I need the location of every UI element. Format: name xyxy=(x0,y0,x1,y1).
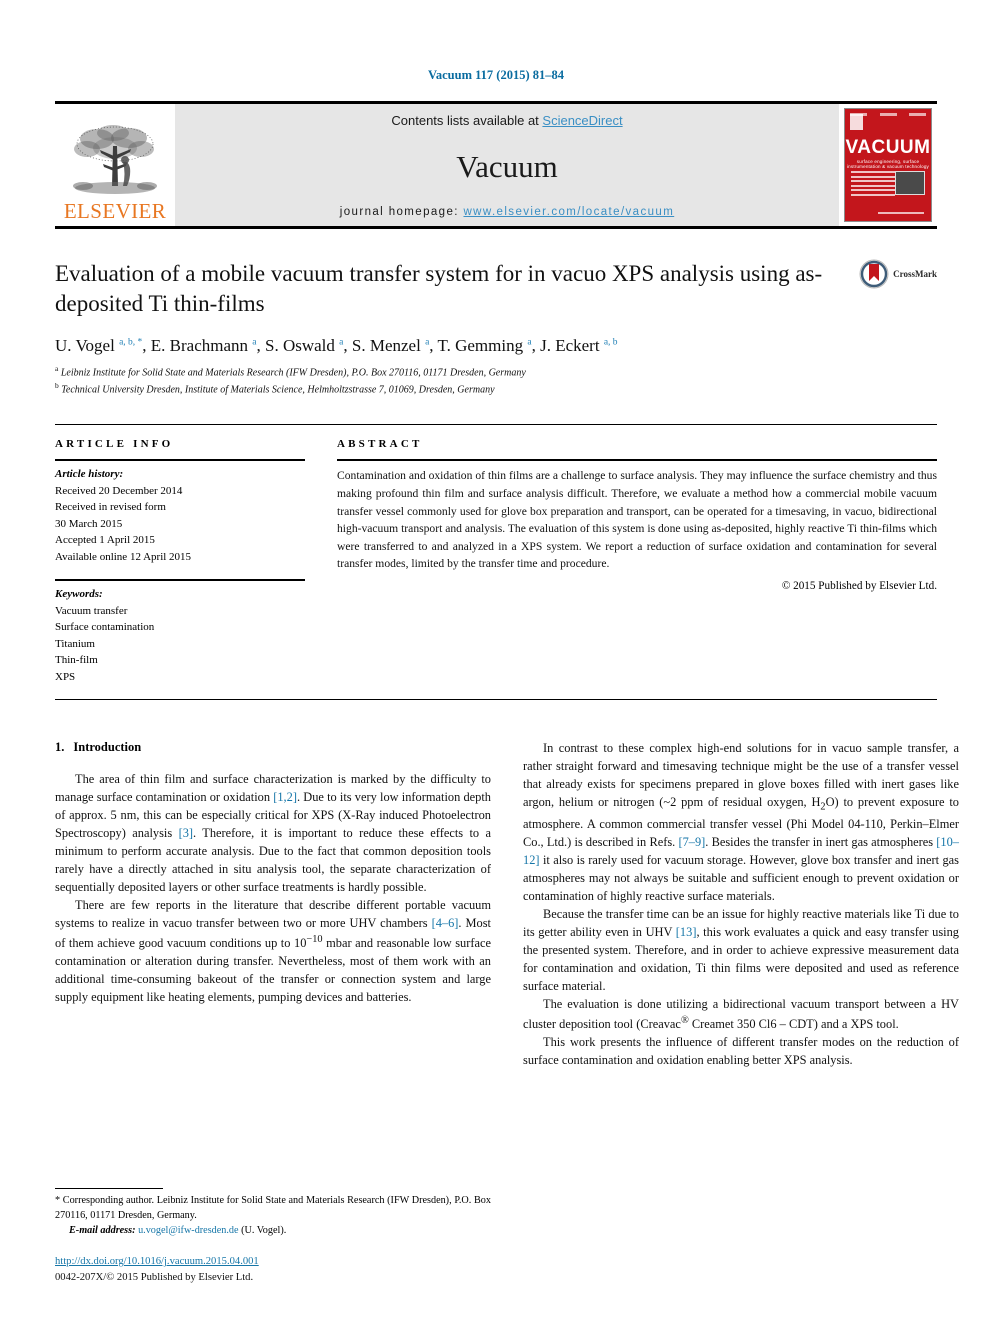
info-abstract-section: ARTICLE INFO Article history: Received 2… xyxy=(55,424,937,685)
journal-masthead: ELSEVIER Contents lists available at Sci… xyxy=(55,101,937,229)
history-item: 30 March 2015 xyxy=(55,517,123,530)
keyword-item: XPS xyxy=(55,670,76,683)
keywords-block: Keywords: Vacuum transfer Surface contam… xyxy=(55,581,305,685)
abstract-copyright: © 2015 Published by Elsevier Ltd. xyxy=(781,580,937,593)
crossmark-badge[interactable]: CrossMark xyxy=(859,259,937,289)
body-column-left: 1. Introduction The area of thin film and… xyxy=(55,740,491,1069)
running-head: Vacuum 117 (2015) 81–84 xyxy=(427,68,564,82)
cover-subtitle: surface engineering, surface instrumenta… xyxy=(846,159,930,169)
elsevier-logo: ELSEVIER xyxy=(55,104,175,226)
email-suffix: (U. Vogel). xyxy=(241,1225,287,1237)
paragraph: Because the transfer time can be an issu… xyxy=(523,906,959,993)
keywords-title: Keywords: xyxy=(55,588,103,601)
crossmark-icon xyxy=(859,259,889,289)
email-note: E-mail address: u.vogel@ifw-dresden.de (… xyxy=(55,1225,491,1236)
paragraph: This work presents the influence of diff… xyxy=(523,1034,959,1067)
article-history-block: Article history: Received 20 December 20… xyxy=(55,461,305,565)
doi-block: http://dx.doi.org/10.1016/j.vacuum.2015.… xyxy=(55,1254,491,1285)
page-title: Evaluation of a mobile vacuum transfer s… xyxy=(55,261,823,317)
contents-prefix: Contents lists available at xyxy=(391,113,543,128)
abstract-text: Contamination and oxidation of thin film… xyxy=(337,469,937,571)
abstract-column: ABSTRACT Contamination and oxidation of … xyxy=(337,438,937,685)
paragraph: The evaluation is done utilizing a bidir… xyxy=(523,996,959,1031)
paragraph: The area of thin film and surface charac… xyxy=(55,772,491,895)
article-info-heading: ARTICLE INFO xyxy=(55,438,174,451)
paper-page: Vacuum 117 (2015) 81–84 ELSEVIER Content… xyxy=(0,0,992,1323)
journal-cover-thumbnail: VACUUM surface engineering, surface inst… xyxy=(839,104,937,226)
journal-homepage-line: journal homepage: www.elsevier.com/locat… xyxy=(340,206,674,218)
history-item: Accepted 1 April 2015 xyxy=(55,534,155,547)
crossmark-label: CrossMark xyxy=(893,269,937,279)
affiliation-b: b Technical University Dresden, Institut… xyxy=(55,380,495,395)
history-item: Available online 12 April 2015 xyxy=(55,550,192,563)
cover-title: VACUUM xyxy=(845,137,931,158)
history-item: Received 20 December 2014 xyxy=(55,484,183,497)
article-info-column: ARTICLE INFO Article history: Received 2… xyxy=(55,438,305,685)
section-heading-introduction: 1. Introduction xyxy=(55,740,491,755)
email-link[interactable]: u.vogel@ifw-dresden.de xyxy=(138,1225,238,1236)
abstract-heading: ABSTRACT xyxy=(337,438,423,451)
affiliation-list: a Leibniz Institute for Solid State and … xyxy=(55,364,937,398)
keyword-item: Titanium xyxy=(55,637,95,650)
cover-photo xyxy=(895,171,925,195)
journal-homepage-link[interactable]: www.elsevier.com/locate/vacuum xyxy=(463,206,674,218)
paragraph: There are few reports in the literature … xyxy=(55,898,492,1005)
section-number: 1. xyxy=(55,740,65,755)
paragraph: In contrast to these complex high-end so… xyxy=(523,741,959,903)
doi-link[interactable]: http://dx.doi.org/10.1016/j.vacuum.2015.… xyxy=(55,1256,259,1267)
email-label: E-mail address: xyxy=(69,1225,136,1237)
body-column-right: In contrast to these complex high-end so… xyxy=(523,740,959,1069)
cover-footer-line xyxy=(878,212,924,214)
title-block: Evaluation of a mobile vacuum transfer s… xyxy=(55,259,937,320)
sciencedirect-link[interactable]: ScienceDirect xyxy=(542,113,622,128)
footnote-area: * Corresponding author. Leibniz Institut… xyxy=(55,1187,491,1285)
section-title: Introduction xyxy=(73,740,142,755)
issn-copyright-line: 0042-207X/© 2015 Published by Elsevier L… xyxy=(55,1271,254,1283)
author-list: U. Vogel a, b, *, E. Brachmann a, S. Osw… xyxy=(55,335,618,355)
masthead-center: Contents lists available at ScienceDirec… xyxy=(175,104,839,226)
elsevier-wordmark: ELSEVIER xyxy=(63,199,167,223)
section-divider xyxy=(55,699,937,701)
journal-name: Vacuum xyxy=(456,148,558,184)
history-item: Received in revised form xyxy=(55,501,166,514)
corresponding-author-note: * Corresponding author. Leibniz Institut… xyxy=(55,1194,491,1221)
keyword-item: Thin-film xyxy=(55,654,98,667)
affiliation-b-text: Technical University Dresden, Institute … xyxy=(61,383,495,395)
article-history-title: Article history: xyxy=(55,468,124,481)
affiliation-a-text: Leibniz Institute for Solid State and Ma… xyxy=(60,367,526,379)
affiliation-a: a Leibniz Institute for Solid State and … xyxy=(55,363,526,379)
contents-lists-line: Contents lists available at ScienceDirec… xyxy=(391,113,622,128)
keyword-item: Surface contamination xyxy=(55,621,155,634)
cover-image: VACUUM surface engineering, surface inst… xyxy=(844,108,932,222)
body-columns: 1. Introduction The area of thin film and… xyxy=(55,740,959,1069)
keyword-item: Vacuum transfer xyxy=(55,604,128,617)
cover-text-lines xyxy=(851,171,895,198)
elsevier-tree-icon xyxy=(73,125,157,194)
homepage-prefix: journal homepage: xyxy=(339,206,464,218)
cover-elsevier-mark-icon xyxy=(850,114,863,130)
footnote-rule xyxy=(55,1187,163,1189)
